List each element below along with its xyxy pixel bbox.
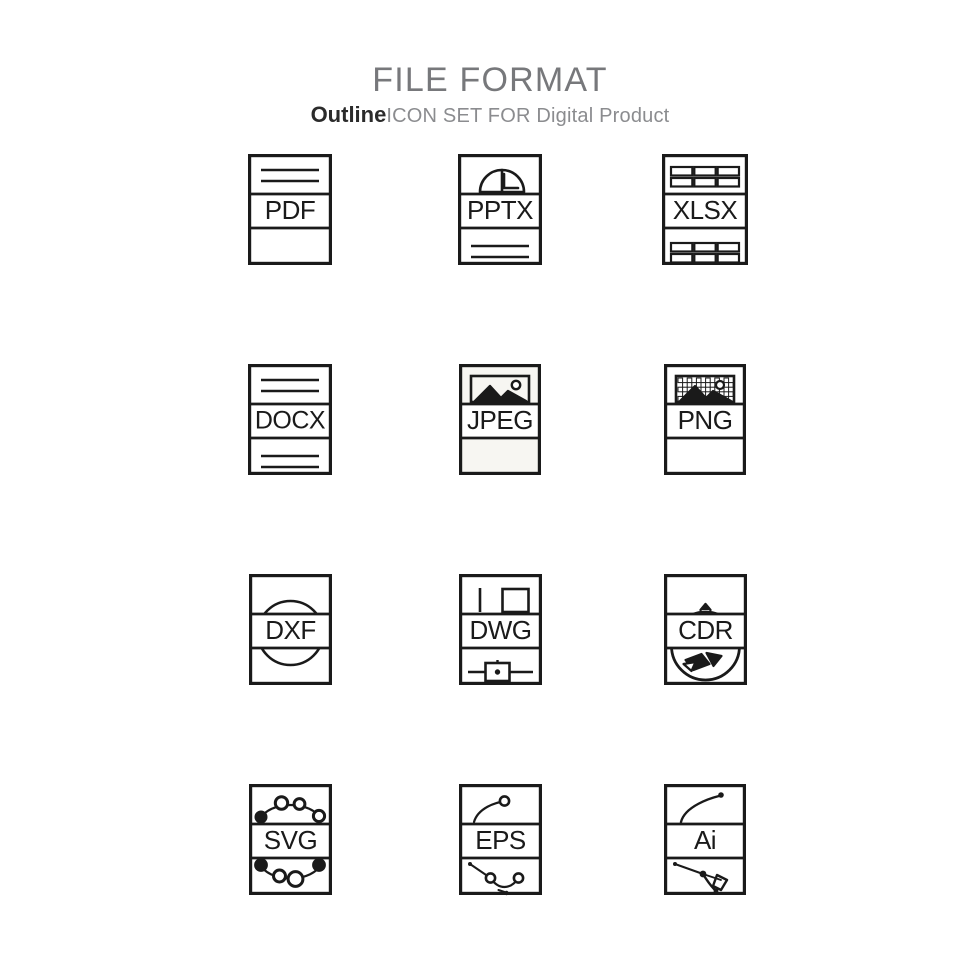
page-title: FILE FORMAT <box>372 61 608 99</box>
icon-grid: PDF PPTX XLSX DOCX JPEG PNG DXF DWG CDR SVG EPS Ai <box>190 150 810 950</box>
xlsx-file-icon[interactable]: XLSX <box>658 150 752 269</box>
icon-xlsx[interactable]: XLSX <box>605 150 805 350</box>
pdf-file-icon[interactable]: PDF <box>244 150 336 269</box>
docx-file-icon[interactable]: DOCX <box>244 360 336 479</box>
file-format-label: PPTX <box>467 195 533 225</box>
eps-file-icon[interactable]: EPS <box>455 780 546 899</box>
icon-dxf[interactable]: DXF <box>190 570 390 770</box>
icon-jpeg[interactable]: JPEG <box>400 360 600 560</box>
icon-png[interactable]: PNG <box>605 360 805 560</box>
poster-header: FILE FORMAT OutlineICON SET FOR Digital … <box>0 60 980 133</box>
icon-eps[interactable]: EPS <box>400 780 600 980</box>
dwg-file-icon[interactable]: DWG <box>455 570 546 689</box>
icon-pdf[interactable]: PDF <box>190 150 390 350</box>
file-format-label: DOCX <box>255 407 326 435</box>
file-format-label: CDR <box>678 615 733 645</box>
page-subtitle: OutlineICON SET FOR Digital Product <box>0 100 980 133</box>
file-format-label: EPS <box>475 825 526 855</box>
png-file-icon[interactable]: PNG <box>660 360 750 479</box>
file-format-label: XLSX <box>673 195 738 225</box>
icon-pptx[interactable]: PPTX <box>400 150 600 350</box>
file-format-label: JPEG <box>467 405 533 435</box>
dxf-file-icon[interactable]: DXF <box>245 570 336 689</box>
file-format-label: PDF <box>265 195 316 225</box>
icon-dwg[interactable]: DWG <box>400 570 600 770</box>
cdr-file-icon[interactable]: CDR <box>660 570 751 689</box>
icon-cdr[interactable]: CDR <box>605 570 805 770</box>
jpeg-file-icon[interactable]: JPEG <box>455 360 545 479</box>
file-format-label: DWG <box>469 615 531 645</box>
icon-docx[interactable]: DOCX <box>190 360 390 560</box>
file-format-label: Ai <box>694 825 716 855</box>
pptx-file-icon[interactable]: PPTX <box>454 150 546 269</box>
subtitle-light: ICON SET FOR Digital Product <box>386 105 670 127</box>
subtitle-bold: Outline <box>310 102 387 127</box>
icon-svg[interactable]: SVG <box>190 780 390 980</box>
file-format-label: DXF <box>265 615 316 645</box>
icon-set-poster: FILE FORMAT OutlineICON SET FOR Digital … <box>0 0 980 980</box>
icon-ai[interactable]: Ai <box>605 780 805 980</box>
file-format-label: SVG <box>263 825 316 855</box>
svg-file-icon[interactable]: SVG <box>245 780 336 899</box>
ai-file-icon[interactable]: Ai <box>660 780 750 899</box>
file-format-label: PNG <box>678 405 733 435</box>
